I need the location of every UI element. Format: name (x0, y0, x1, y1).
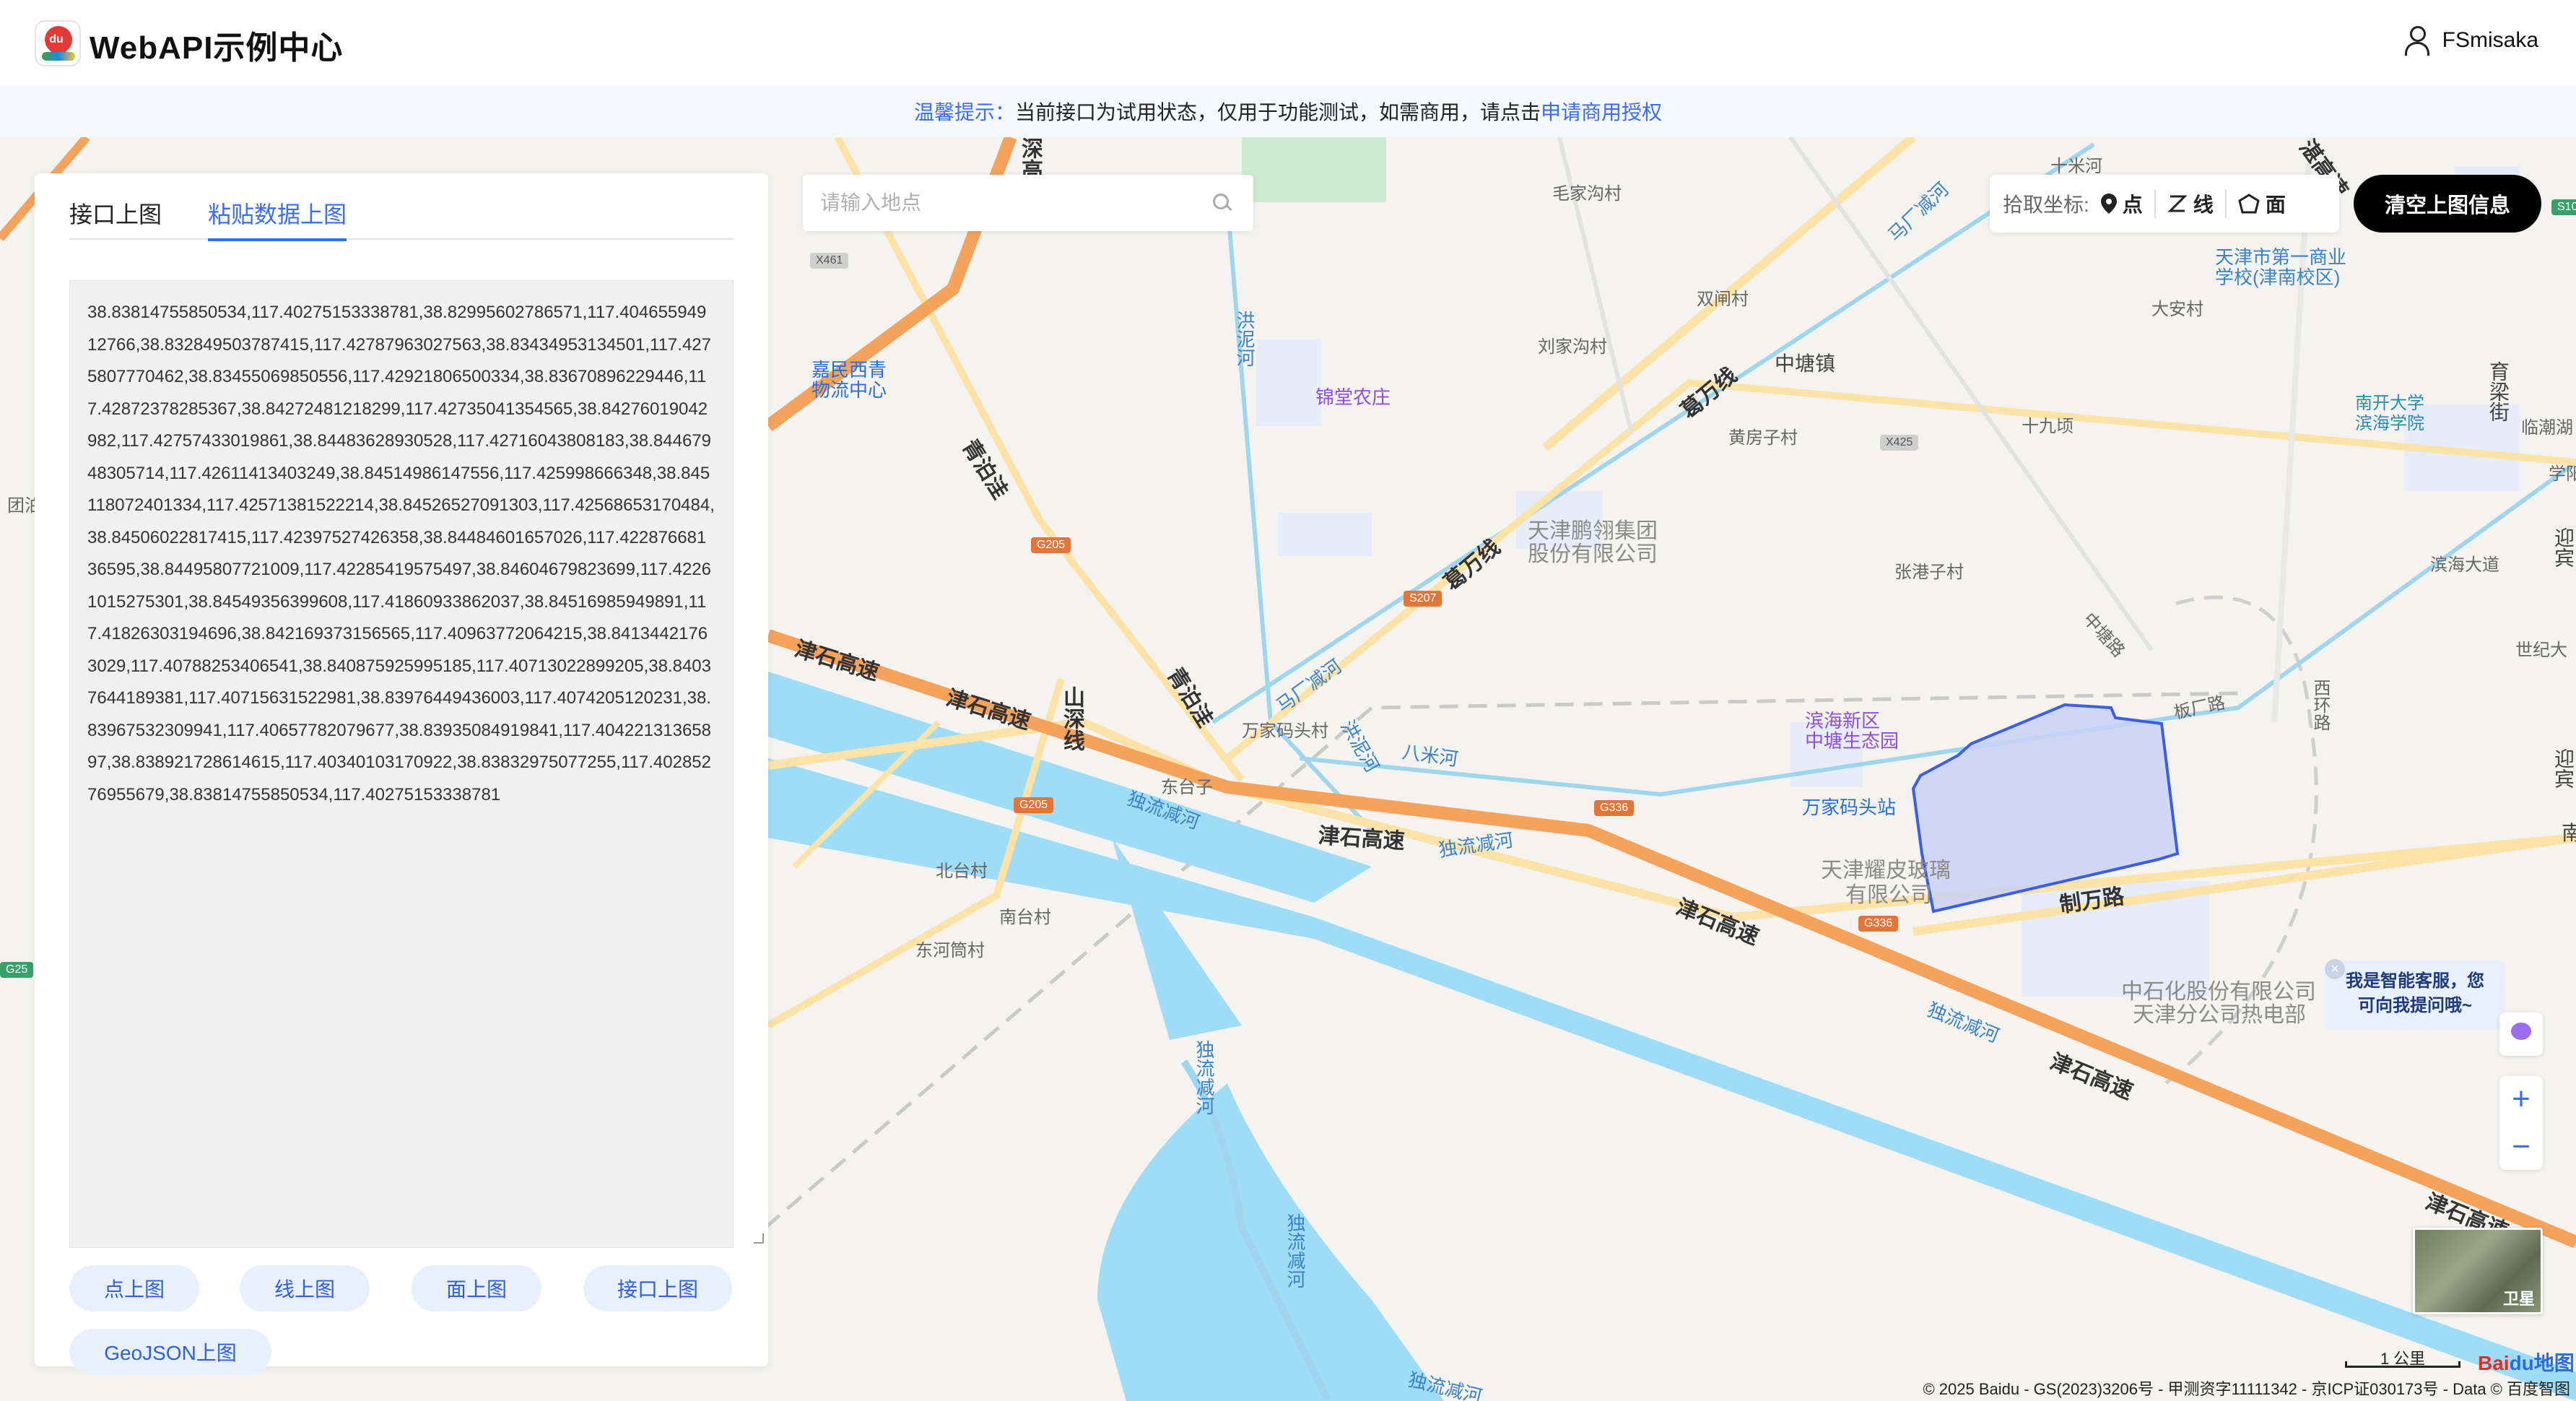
zoom-control: + − (2499, 1076, 2543, 1170)
road-label: 深高 (1018, 137, 1042, 181)
place-label: 滨海大道 (2430, 555, 2499, 575)
place-label: 万家码头村 (1242, 721, 1328, 741)
map-scale: 1 公里 (2345, 1346, 2460, 1368)
resize-handle[interactable] (754, 1233, 764, 1244)
place-label: 中塘镇 (1775, 352, 1836, 375)
route-shield: G336 (1594, 800, 1635, 816)
route-shield: S207 (1404, 591, 1443, 607)
satellite-toggle[interactable]: 卫星 (2413, 1228, 2543, 1314)
apply-license-link[interactable]: 申请商用授权 (1541, 97, 1662, 126)
place-label: 有限公司 (1845, 883, 1932, 907)
place-label: 北台村 (936, 862, 988, 881)
app-logo[interactable]: du (35, 20, 81, 66)
clear-map-button[interactable]: 清空上图信息 (2354, 175, 2541, 233)
route-shield: G336 (1858, 916, 1899, 932)
place-label: 西环路 (2310, 679, 2330, 731)
place-label: 物流中心 (811, 379, 887, 401)
baidu-map-logo: Baidu地图 (2478, 1352, 2575, 1374)
place-label: 南 (2562, 822, 2576, 844)
route-shield: G25 (0, 962, 34, 978)
map-copyright: © 2025 Baidu - GS(2023)3206号 - 甲测资字11111… (1923, 1380, 2570, 1398)
place-label: 毛家沟村 (1552, 184, 1622, 204)
chatbot-icon[interactable] (2499, 1012, 2543, 1056)
search-input[interactable] (820, 188, 1196, 218)
place-label: 学阳 (2549, 464, 2576, 484)
notice-label: 温馨提示： (913, 101, 1015, 123)
place-label: 迎宾 (2552, 527, 2575, 568)
place-label: 双闸村 (1697, 290, 1749, 309)
coordinates-textarea[interactable]: 38.83814755850534,117.40275153338781,38.… (69, 280, 734, 1248)
route-shield: G205 (1014, 797, 1054, 813)
place-label: 迎宾 (2552, 748, 2575, 789)
place-label: 大安村 (2151, 300, 2203, 319)
road-label: 山深线 (1060, 686, 1084, 751)
route-shield: X425 (1880, 435, 1919, 451)
river-label: 洪泥河 (1234, 311, 1256, 367)
tab-paste-upload[interactable]: 粘贴数据上图 (208, 194, 347, 241)
place-label: 张港子村 (1894, 563, 1964, 582)
polygon-icon (2238, 194, 2260, 214)
user-icon (2403, 26, 2429, 56)
tab-api-upload[interactable]: 接口上图 (69, 194, 162, 240)
satellite-label: 卫星 (2502, 1290, 2535, 1308)
route-shield: S106 (2551, 199, 2576, 215)
place-label: 滨海学院 (2355, 414, 2424, 433)
assistant-text-line1: 我是智能客服，您 (2346, 971, 2484, 991)
place-label: 学校(津南校区) (2215, 266, 2341, 288)
close-icon[interactable]: × (2325, 959, 2345, 979)
upload-panel: 接口上图 粘贴数据上图 38.83814755850534,117.402751… (35, 173, 768, 1375)
place-label: 世纪大 (2515, 641, 2567, 660)
assistant-text-line2: 可向我提问哦~ (2357, 996, 2472, 1015)
pick-polygon-label: 面 (2265, 194, 2286, 216)
pick-point-label: 点 (2122, 194, 2143, 216)
user-menu[interactable]: FSmisaka (2403, 26, 2538, 56)
place-label: 临潮湖 (2521, 418, 2573, 438)
panel-tabs: 接口上图 粘贴数据上图 (69, 194, 734, 241)
zoom-in-button[interactable]: + (2499, 1076, 2543, 1122)
pick-line-label: 线 (2193, 194, 2214, 216)
place-label: 锦堂农庄 (1315, 386, 1391, 408)
place-label: 东河筒村 (915, 941, 985, 960)
point-upload-button[interactable]: 点上图 (69, 1265, 199, 1311)
api-upload-button[interactable]: 接口上图 (583, 1265, 732, 1311)
place-label: 天津分公司热电部 (2133, 1003, 2306, 1027)
route-shield: G205 (1031, 537, 1071, 553)
place-label: 中塘生态园 (1805, 730, 1900, 752)
place-label: 股份有限公司 (1528, 542, 1658, 566)
notice-text: 当前接口为试用状态，仅用于功能测试，如需商用，请点击 (1014, 101, 1541, 123)
place-label: 万家码头站 (1802, 797, 1897, 818)
road-label: 津石高速 (1317, 823, 1406, 854)
logo-text: du (49, 33, 64, 46)
place-label: 刘家沟村 (1538, 337, 1607, 357)
picker-label: 拾取坐标: (2003, 194, 2089, 216)
line-upload-button[interactable]: 线上图 (240, 1265, 370, 1311)
place-label: 育梁街 (2487, 361, 2510, 422)
search-icon[interactable] (1213, 194, 1232, 212)
place-label: 南台村 (999, 908, 1051, 927)
zoom-out-button[interactable]: − (2499, 1124, 2543, 1170)
top-header: du WebAPI示例中心 FSmisaka (0, 0, 2576, 85)
place-label: 十米河 (2050, 157, 2102, 176)
coordinate-picker: 拾取坐标: 点 线 面 (1990, 175, 2339, 233)
username: FSmisaka (2442, 28, 2538, 52)
river-label: 独流减河 (1193, 1040, 1215, 1115)
notice-bar: 温馨提示： 当前接口为试用状态，仅用于功能测试，如需商用，请点击 申请商用授权 (0, 85, 2576, 137)
route-shield: X461 (810, 253, 849, 269)
pick-polygon-button[interactable]: 面 (2224, 189, 2297, 218)
pick-point-button[interactable]: 点 (2100, 189, 2154, 218)
assistant-bubble[interactable]: 我是智能客服，您 可向我提问哦~ (2325, 960, 2505, 1030)
location-pin-icon (2100, 194, 2117, 214)
pick-line-button[interactable]: 线 (2154, 189, 2225, 218)
polygon-upload-button[interactable]: 面上图 (412, 1265, 541, 1311)
polyline-icon (2167, 195, 2188, 212)
brand-title[interactable]: WebAPI示例中心 (90, 22, 343, 68)
geojson-upload-button[interactable]: GeoJSON上图 (69, 1329, 271, 1375)
place-label: 东台子 (1161, 778, 1213, 797)
place-label: 十九顷 (2022, 417, 2074, 436)
river-label: 独流减河 (1284, 1213, 1306, 1288)
place-label: 黄房子村 (1728, 428, 1798, 448)
place-search (803, 175, 1253, 231)
